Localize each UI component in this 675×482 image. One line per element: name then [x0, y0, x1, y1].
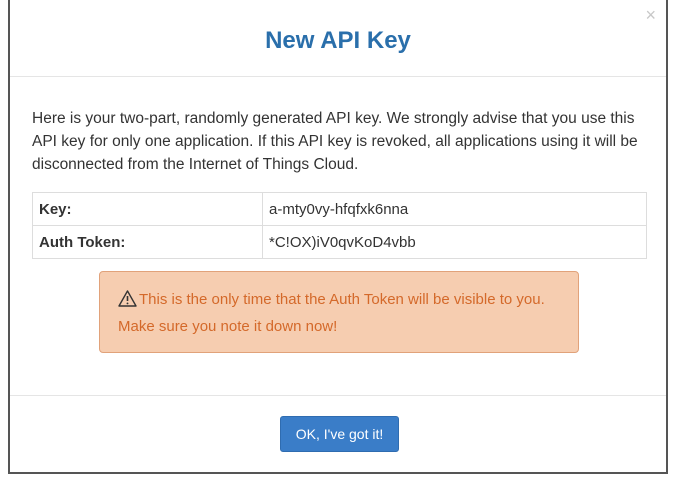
- modal-footer: OK, I've got it!: [10, 395, 666, 473]
- auth-token-label: Auth Token:: [32, 225, 263, 259]
- table-row: Key: a-mty0vy-hfqfxk6nna: [32, 192, 647, 226]
- modal-header: New API Key ×: [10, 0, 666, 77]
- page-backdrop: New API Key × Here is your two-part, ran…: [0, 0, 675, 482]
- modal-body: Here is your two-part, randomly generate…: [10, 77, 666, 395]
- close-icon[interactable]: ×: [645, 6, 656, 24]
- intro-text: Here is your two-part, randomly generate…: [32, 110, 638, 173]
- warning-alert: This is the only time that the Auth Toke…: [99, 271, 579, 353]
- modal-title: New API Key: [265, 27, 411, 54]
- warning-text: This is the only time that the Auth Toke…: [118, 291, 545, 335]
- warning-icon: [118, 290, 137, 315]
- key-label: Key:: [32, 192, 263, 226]
- credentials-table: Key: a-mty0vy-hfqfxk6nna Auth Token: *C!…: [32, 192, 647, 259]
- table-row: Auth Token: *C!OX)iV0qvKoD4vbb: [32, 225, 647, 259]
- key-value: a-mty0vy-hfqfxk6nna: [262, 192, 647, 226]
- api-key-modal: New API Key × Here is your two-part, ran…: [8, 0, 668, 474]
- ok-button[interactable]: OK, I've got it!: [280, 416, 399, 452]
- auth-token-value: *C!OX)iV0qvKoD4vbb: [262, 225, 647, 259]
